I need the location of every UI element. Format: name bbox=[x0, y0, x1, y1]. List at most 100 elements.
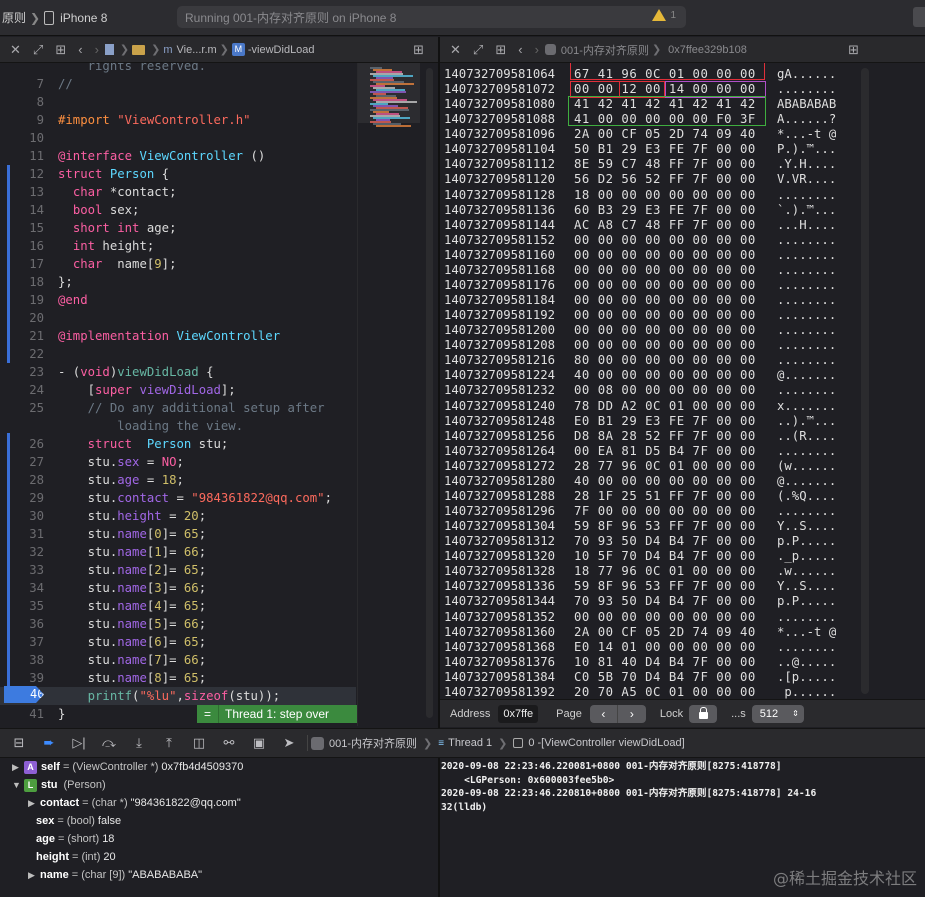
memory-bytes[interactable]: 18 00 00 00 00 00 00 00 bbox=[574, 188, 764, 203]
memory-ascii[interactable]: ...H.... bbox=[777, 218, 857, 233]
code-line[interactable]: 10 bbox=[0, 129, 356, 147]
memory-ascii[interactable]: ........ bbox=[777, 504, 857, 519]
hide-debug-area-icon[interactable]: ⊟ bbox=[4, 735, 34, 751]
line-number[interactable]: 8 bbox=[14, 93, 44, 111]
line-number[interactable]: 34 bbox=[14, 579, 44, 597]
environment-overrides-icon[interactable]: ▣ bbox=[244, 735, 274, 751]
line-number[interactable]: 10 bbox=[14, 129, 44, 147]
memory-ascii[interactable]: x....... bbox=[777, 399, 857, 414]
memory-bytes[interactable]: 80 00 00 00 00 00 00 00 bbox=[574, 353, 764, 368]
line-number[interactable]: 33 bbox=[14, 561, 44, 579]
close-icon[interactable]: ✕ bbox=[10, 42, 21, 58]
code-line[interactable]: 23 - (void)viewDidLoad { bbox=[0, 363, 356, 381]
line-number[interactable]: 32 bbox=[14, 543, 44, 561]
code-line[interactable]: 30 stu.height = 20; bbox=[0, 507, 356, 525]
memory-ascii[interactable]: Y..S.... bbox=[777, 579, 857, 594]
memory-bytes[interactable]: E0 14 01 00 00 00 00 00 bbox=[574, 640, 764, 655]
variable-row[interactable]: ▼ Lstu (Person) bbox=[12, 776, 106, 794]
forward-chevron-icon[interactable]: › bbox=[535, 42, 539, 57]
memory-ascii[interactable]: *...-t @ bbox=[777, 127, 857, 142]
disclosure-open-icon[interactable]: ▼ bbox=[12, 776, 24, 794]
line-number[interactable]: 35 bbox=[14, 597, 44, 615]
page-next-icon[interactable]: › bbox=[617, 704, 646, 723]
memory-ascii[interactable]: (.%Q.... bbox=[777, 489, 857, 504]
memory-ascii[interactable]: ........ bbox=[777, 444, 857, 459]
code-line[interactable]: 29 stu.contact = "984361822@qq.com"; bbox=[0, 489, 356, 507]
code-line[interactable]: 7 // bbox=[0, 75, 356, 93]
step-out-icon[interactable]: ⤒ bbox=[154, 735, 184, 751]
code-line[interactable]: 9 #import "ViewController.h" bbox=[0, 111, 356, 129]
breakpoints-toggle-icon[interactable]: ➨ bbox=[34, 735, 64, 751]
line-number[interactable]: 37 bbox=[14, 633, 44, 651]
line-number[interactable]: 22 bbox=[14, 345, 44, 363]
step-into-icon[interactable]: ⤓ bbox=[124, 735, 154, 751]
line-number[interactable]: 16 bbox=[14, 237, 44, 255]
code-line[interactable]: 16 int height; bbox=[0, 237, 356, 255]
line-number[interactable]: 26 bbox=[14, 435, 44, 453]
code-line[interactable]: 19 @end bbox=[0, 291, 356, 309]
memory-ascii[interactable]: ........ bbox=[777, 278, 857, 293]
variable-value[interactable]: "ABABABABA" bbox=[128, 866, 202, 884]
code-line[interactable]: 8 bbox=[0, 93, 356, 111]
memory-ascii[interactable]: ........ bbox=[777, 338, 857, 353]
memory-ascii[interactable]: ..@..... bbox=[777, 655, 857, 670]
memory-ascii[interactable]: `.).™... bbox=[777, 203, 857, 218]
page-prev-icon[interactable]: ‹ bbox=[589, 704, 618, 723]
memory-bytes[interactable]: 40 00 00 00 00 00 00 00 bbox=[574, 368, 764, 383]
variable-row[interactable]: ▶ Aself = (ViewController *) 0x7fb4d4509370 bbox=[12, 758, 243, 776]
line-number[interactable]: 17 bbox=[14, 255, 44, 273]
memory-bytes[interactable]: 00 00 00 00 00 00 00 00 bbox=[574, 248, 764, 263]
memory-bytes[interactable]: 10 5F 70 D4 B4 7F 00 00 bbox=[574, 549, 764, 564]
memory-bytes[interactable]: 7F 00 00 00 00 00 00 00 bbox=[574, 504, 764, 519]
code-line[interactable]: 26 struct Person stu; bbox=[0, 435, 356, 453]
memory-ascii[interactable]: ........ bbox=[777, 640, 857, 655]
line-number[interactable]: 30 bbox=[14, 507, 44, 525]
scheme-selector[interactable]: 原则 ❯ iPhone 8 bbox=[0, 9, 107, 26]
code-line[interactable]: 17 char name[9]; bbox=[0, 255, 356, 273]
breadcrumb-file[interactable]: Vie...r.m bbox=[177, 44, 217, 56]
memory-ascii[interactable]: ........ bbox=[777, 248, 857, 263]
disclosure-closed-icon[interactable]: ▶ bbox=[12, 758, 24, 776]
memory-ascii[interactable]: ........ bbox=[777, 233, 857, 248]
memory-bytes[interactable]: 18 77 96 0C 01 00 00 00 bbox=[574, 564, 764, 579]
line-number[interactable]: 38 bbox=[14, 651, 44, 669]
line-number[interactable]: 15 bbox=[14, 219, 44, 237]
memory-ascii[interactable]: ........ bbox=[777, 323, 857, 338]
address-field[interactable]: 0x7ffe bbox=[498, 704, 539, 723]
memory-bytes[interactable]: 00 00 00 00 00 00 00 00 bbox=[574, 233, 764, 248]
memory-ascii[interactable]: ........ bbox=[777, 308, 857, 323]
memory-bytes[interactable]: E0 B1 29 E3 FE 7F 00 00 bbox=[574, 414, 764, 429]
line-number[interactable]: 21 bbox=[14, 327, 44, 345]
minimap[interactable] bbox=[357, 63, 420, 726]
code-line[interactable]: 27 stu.sex = NO; bbox=[0, 453, 356, 471]
memory-ascii[interactable]: ........ bbox=[777, 82, 857, 97]
line-number[interactable]: 39 bbox=[14, 669, 44, 687]
memory-bytes[interactable]: 70 93 50 D4 B4 7F 00 00 bbox=[574, 534, 764, 549]
memory-ascii[interactable]: @....... bbox=[777, 368, 857, 383]
related-items-grid-icon[interactable]: ⊞ bbox=[495, 42, 506, 58]
debug-frame-crumb[interactable]: 0 -[ViewController viewDidLoad] bbox=[513, 737, 685, 749]
memory-ascii[interactable]: gA...... bbox=[777, 67, 857, 82]
code-line[interactable]: 37 stu.name[6]= 65; bbox=[0, 633, 356, 651]
memory-bytes[interactable]: 10 81 40 D4 B4 7F 00 00 bbox=[574, 655, 764, 670]
code-line[interactable]: 25 // Do any additional setup after bbox=[0, 399, 356, 417]
code-line[interactable]: 32 stu.name[1]= 66; bbox=[0, 543, 356, 561]
code-line[interactable]: 13 char *contact; bbox=[0, 183, 356, 201]
lock-button[interactable] bbox=[689, 704, 718, 723]
line-number[interactable]: 29 bbox=[14, 489, 44, 507]
memory-bytes[interactable]: 70 93 50 D4 B4 7F 00 00 bbox=[574, 594, 764, 609]
code-line[interactable]: 35 stu.name[4]= 65; bbox=[0, 597, 356, 615]
code-line[interactable]: 39 stu.name[8]= 65; bbox=[0, 669, 356, 687]
memory-bytes[interactable]: 59 8F 96 53 FF 7F 00 00 bbox=[574, 579, 764, 594]
code-line[interactable]: 28 stu.age = 18; bbox=[0, 471, 356, 489]
memory-ascii[interactable]: A......? bbox=[777, 112, 857, 127]
variable-value[interactable]: "984361822@qq.com" bbox=[131, 794, 241, 812]
code-line[interactable]: 20 bbox=[0, 309, 356, 327]
memory-bytes[interactable]: AC A8 C7 48 FF 7F 00 00 bbox=[574, 218, 764, 233]
memory-ascii[interactable]: .Y.H.... bbox=[777, 157, 857, 172]
memory-bytes[interactable]: 2A 00 CF 05 2D 74 09 40 bbox=[574, 127, 764, 142]
line-number[interactable]: 7 bbox=[14, 75, 44, 93]
bytes-select[interactable]: 512 ⇕ bbox=[751, 704, 804, 723]
memory-bytes[interactable]: 28 77 96 0C 01 00 00 00 bbox=[574, 459, 764, 474]
memory-ascii[interactable]: P.).™... bbox=[777, 142, 857, 157]
